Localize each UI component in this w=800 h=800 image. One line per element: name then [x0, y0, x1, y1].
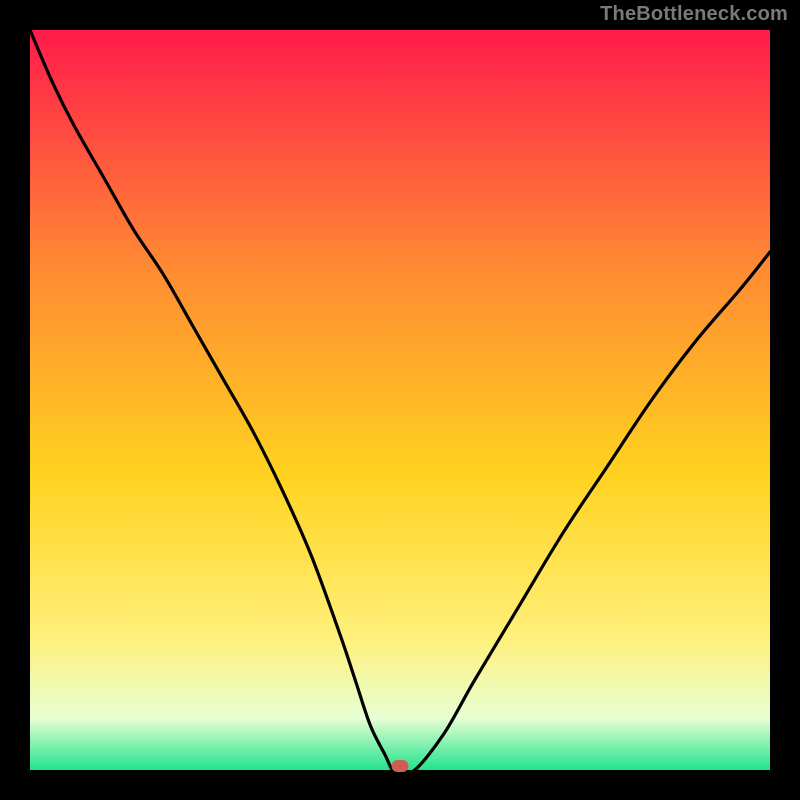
chart-frame: TheBottleneck.com	[0, 0, 800, 800]
attribution-label: TheBottleneck.com	[600, 3, 788, 26]
gradient-background	[30, 30, 770, 770]
bottleneck-plot	[30, 30, 770, 770]
optimal-marker	[392, 760, 409, 772]
